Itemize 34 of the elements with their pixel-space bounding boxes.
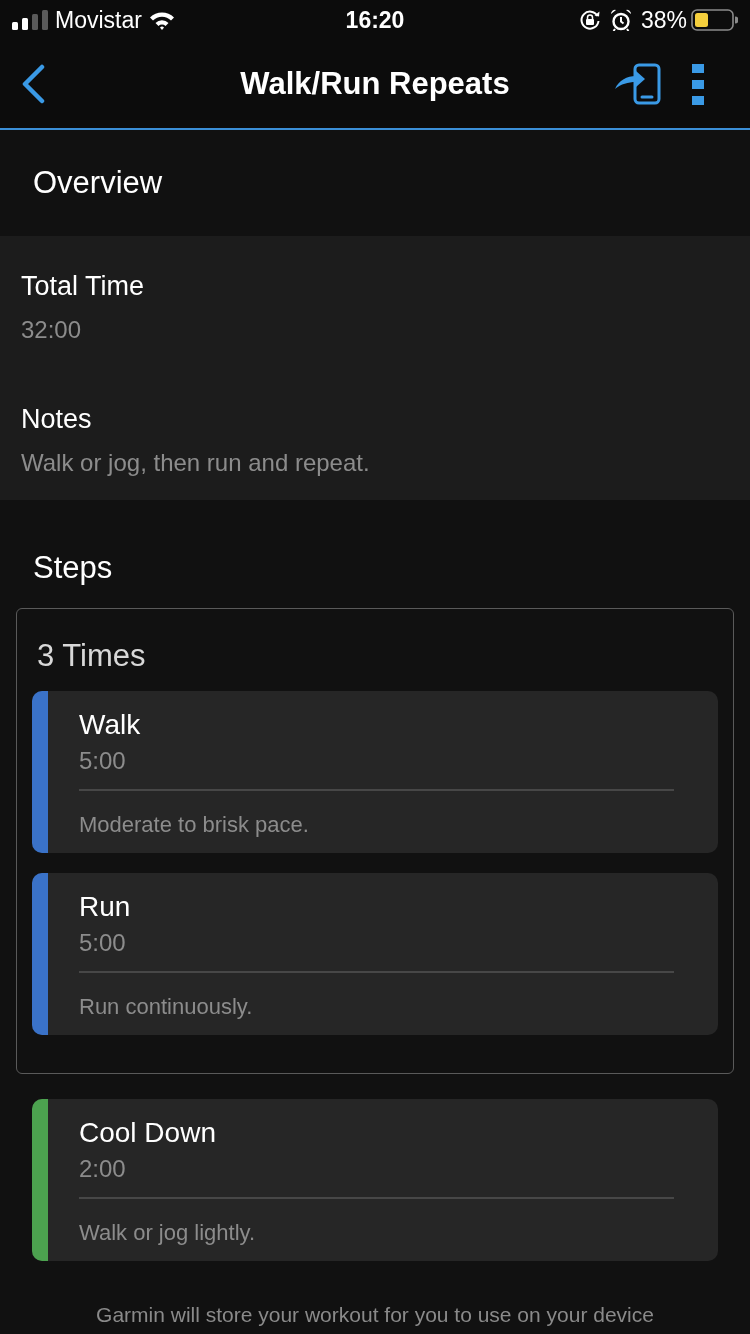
step-note: Walk or jog lightly. [79, 1218, 256, 1247]
more-options-button[interactable] [692, 63, 704, 105]
signal-icon [12, 10, 48, 30]
steps-heading: Steps [33, 549, 113, 587]
battery-percentage: 38% [640, 6, 687, 34]
step-card[interactable]: Run 5:00 Run continuously. [32, 873, 718, 1035]
field-value: Walk or jog, then run and repeat. [21, 448, 370, 478]
send-to-device-button[interactable] [614, 63, 662, 105]
step-note: Run continuously. [79, 992, 253, 1021]
field-label: Total Time [21, 270, 145, 303]
field-label: Notes [21, 403, 92, 436]
clock-time: 16:20 [345, 6, 405, 34]
screen-title: Walk/Run Repeats [240, 66, 510, 102]
overview-heading: Overview [33, 164, 163, 202]
wifi-icon [148, 10, 175, 30]
step-name: Run [79, 890, 131, 924]
step-card[interactable]: Walk 5:00 Moderate to brisk pace. [32, 691, 718, 853]
step-note: Moderate to brisk pace. [79, 810, 309, 839]
send-to-phone-icon [614, 63, 662, 105]
step-duration: 5:00 [79, 746, 126, 776]
footer-note: Garmin will store your workout for you to use on your device [96, 1302, 654, 1328]
battery-icon [691, 9, 738, 31]
more-vertical-icon [692, 63, 704, 105]
step-duration: 5:00 [79, 928, 126, 958]
repeat-count: 3 Times [36, 637, 146, 675]
step-card[interactable]: Cool Down 2:00 Walk or jog lightly. [32, 1099, 718, 1261]
carrier-name: Movistar [55, 6, 142, 34]
step-name: Walk [79, 708, 141, 742]
field-value: 32:00 [21, 315, 82, 345]
rotation-lock-icon [578, 9, 601, 31]
step-duration: 2:00 [79, 1154, 126, 1184]
step-name: Cool Down [79, 1116, 216, 1150]
back-chevron-icon [20, 64, 46, 104]
alarm-icon [609, 9, 632, 31]
